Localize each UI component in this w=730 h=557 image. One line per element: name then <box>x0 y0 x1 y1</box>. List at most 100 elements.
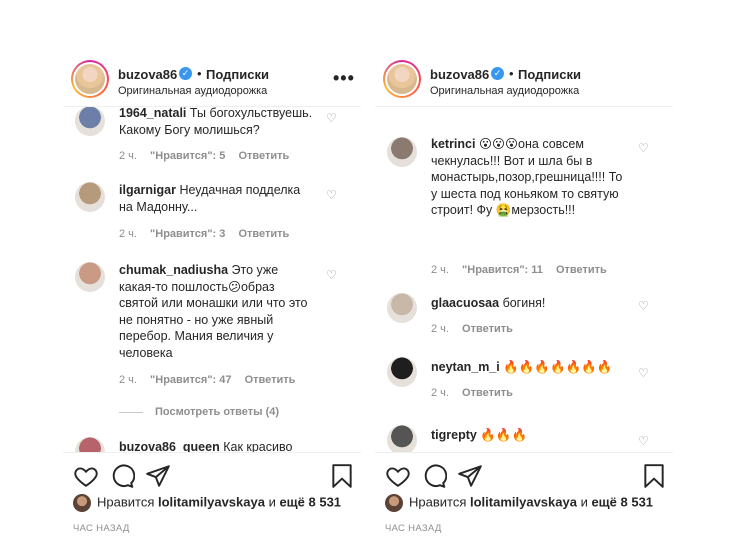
comments-list[interactable]: 1964_natali Ты богохульствуешь. Какому Б… <box>63 107 361 452</box>
commenter-avatar[interactable] <box>387 293 417 323</box>
reply-button[interactable]: Ответить <box>556 264 607 276</box>
verified-badge-icon: ✓ <box>491 67 504 80</box>
comment-body: 🔥🔥🔥🔥🔥🔥🔥 <box>499 360 613 374</box>
comments-list[interactable]: ketrinci 😮😮😮она совсем чекнулась!!! Вот … <box>375 107 673 452</box>
comment-text: ilgarnigar Неудачная подделка на Мадонну… <box>119 182 314 215</box>
comment-time: 2 ч. <box>119 150 137 162</box>
comment-time: 2 ч. <box>431 323 449 335</box>
author-avatar[interactable] <box>383 60 421 98</box>
comment-text: chumak_nadiusha Это уже какая-то пошлост… <box>119 262 314 361</box>
comment-like-icon[interactable]: ♡ <box>638 300 650 312</box>
heart-icon[interactable] <box>73 463 99 489</box>
view-replies-button[interactable]: Посмотреть ответы (4) <box>119 406 279 418</box>
view-replies-label: Посмотреть ответы (4) <box>155 406 280 418</box>
commenter-avatar[interactable] <box>387 425 417 452</box>
post-actions-bar <box>63 452 361 497</box>
comment-text: buzova86_queen Как красиво <box>119 439 314 452</box>
post-header: buzova86 ✓ • Подписки Оригинальная аудио… <box>375 47 673 107</box>
reply-button[interactable]: Ответить <box>238 228 289 240</box>
liked-by-prefix: Нравится <box>409 494 470 510</box>
verified-badge-icon: ✓ <box>179 67 192 80</box>
commenter-username[interactable]: chumak_nadiusha <box>119 263 228 277</box>
comment-meta: 2 ч. "Нравится": 11 Ответить <box>431 264 617 276</box>
author-username[interactable]: buzova86 <box>430 67 489 82</box>
comment-like-icon[interactable]: ♡ <box>326 269 338 281</box>
liked-by-mid: и <box>264 494 280 510</box>
commenter-username[interactable]: neytan_m_i <box>431 360 500 374</box>
comment-body: 🔥🔥🔥 <box>476 428 528 442</box>
comment-like-icon[interactable]: ♡ <box>326 189 338 201</box>
commenter-avatar[interactable] <box>387 357 417 387</box>
comment-time: 2 ч. <box>431 264 449 276</box>
commenter-username[interactable]: ketrinci <box>431 137 475 151</box>
comment-text: neytan_m_i 🔥🔥🔥🔥🔥🔥🔥 <box>431 359 626 376</box>
comment-text: ketrinci 😮😮😮она совсем чекнулась!!! Вот … <box>431 136 626 219</box>
reply-button[interactable]: Ответить <box>238 150 289 162</box>
liked-by-line[interactable]: Нравится lolitamilyavskaya и ещё 8 531 <box>385 494 653 512</box>
liker-avatar <box>73 494 91 512</box>
liked-by-prefix: Нравится <box>97 494 158 510</box>
likes-count[interactable]: ещё 8 531 <box>279 494 341 509</box>
comment-body: Как красиво <box>219 440 293 452</box>
comment-likes[interactable]: "Нравится": 47 <box>150 374 231 386</box>
comment-meta: 2 ч. "Нравится": 5 Ответить <box>119 150 299 162</box>
comment-text: 1964_natali Ты богохульствуешь. Какому Б… <box>119 107 314 138</box>
post-panel-right: buzova86 ✓ • Подписки Оригинальная аудио… <box>375 47 673 547</box>
comment-time: 2 ч. <box>119 228 137 240</box>
commenter-avatar[interactable] <box>75 182 105 212</box>
commenter-avatar[interactable] <box>387 137 417 167</box>
post-time[interactable]: ЧАС НАЗАД <box>73 523 130 534</box>
share-icon[interactable] <box>457 463 483 489</box>
comment-likes[interactable]: "Нравится": 3 <box>150 228 225 240</box>
comment-likes[interactable]: "Нравится": 11 <box>462 264 543 276</box>
comment-text: glaacuosaa богиня! <box>431 295 626 312</box>
post-header: buzova86 ✓ • Подписки Оригинальная аудио… <box>63 47 361 107</box>
liker-username[interactable]: lolitamilyavskaya <box>470 494 577 509</box>
post-time[interactable]: ЧАС НАЗАД <box>385 523 442 534</box>
likes-count[interactable]: ещё 8 531 <box>591 494 653 509</box>
comment-like-icon[interactable]: ♡ <box>638 435 650 447</box>
bookmark-icon[interactable] <box>329 463 355 489</box>
commenter-username[interactable]: 1964_natali <box>119 107 186 120</box>
reply-button[interactable]: Ответить <box>245 374 296 386</box>
heart-icon[interactable] <box>385 463 411 489</box>
replies-divider <box>119 411 143 413</box>
audio-label[interactable]: Оригинальная аудиодорожка <box>430 85 579 97</box>
following-button[interactable]: Подписки <box>518 67 581 82</box>
comment-icon[interactable] <box>109 463 135 489</box>
commenter-username[interactable]: glaacuosaa <box>431 296 499 310</box>
commenter-username[interactable]: ilgarnigar <box>119 183 176 197</box>
comment-time: 2 ч. <box>431 387 449 399</box>
reply-button[interactable]: Ответить <box>462 387 513 399</box>
commenter-avatar[interactable] <box>75 437 105 452</box>
separator-dot: • <box>197 66 202 81</box>
reply-button[interactable]: Ответить <box>462 323 513 335</box>
comment-like-icon[interactable]: ♡ <box>326 112 338 124</box>
commenter-username[interactable]: buzova86_queen <box>119 440 220 452</box>
comment-icon[interactable] <box>421 463 447 489</box>
commenter-username[interactable]: tigrepty <box>431 428 477 442</box>
author-username[interactable]: buzova86 <box>118 67 177 82</box>
bookmark-icon[interactable] <box>641 463 667 489</box>
post-actions-bar <box>375 452 673 497</box>
commenter-avatar[interactable] <box>75 262 105 292</box>
post-panel-left: buzova86 ✓ • Подписки Оригинальная аудио… <box>63 47 361 547</box>
author-avatar[interactable] <box>71 60 109 98</box>
more-options-icon[interactable]: ••• <box>333 68 355 89</box>
comment-meta: 2 ч. "Нравится": 3 Ответить <box>119 228 299 240</box>
comment-meta: 2 ч. Ответить <box>431 387 523 399</box>
liker-username[interactable]: lolitamilyavskaya <box>158 494 265 509</box>
comment-likes[interactable]: "Нравится": 5 <box>150 150 225 162</box>
comment-time: 2 ч. <box>119 374 137 386</box>
liked-by-line[interactable]: Нравится lolitamilyavskaya и ещё 8 531 <box>73 494 341 512</box>
separator-dot: • <box>509 66 514 81</box>
comment-like-icon[interactable]: ♡ <box>638 142 650 154</box>
audio-label[interactable]: Оригинальная аудиодорожка <box>118 85 267 97</box>
comment-body: богиня! <box>499 296 546 310</box>
share-icon[interactable] <box>145 463 171 489</box>
following-button[interactable]: Подписки <box>206 67 269 82</box>
comment-like-icon[interactable]: ♡ <box>638 367 650 379</box>
commenter-avatar[interactable] <box>75 107 105 136</box>
comment-meta: 2 ч. Ответить <box>431 323 523 335</box>
comment-body: Это уже какая-то пошлость😕образ святой и… <box>119 263 308 360</box>
